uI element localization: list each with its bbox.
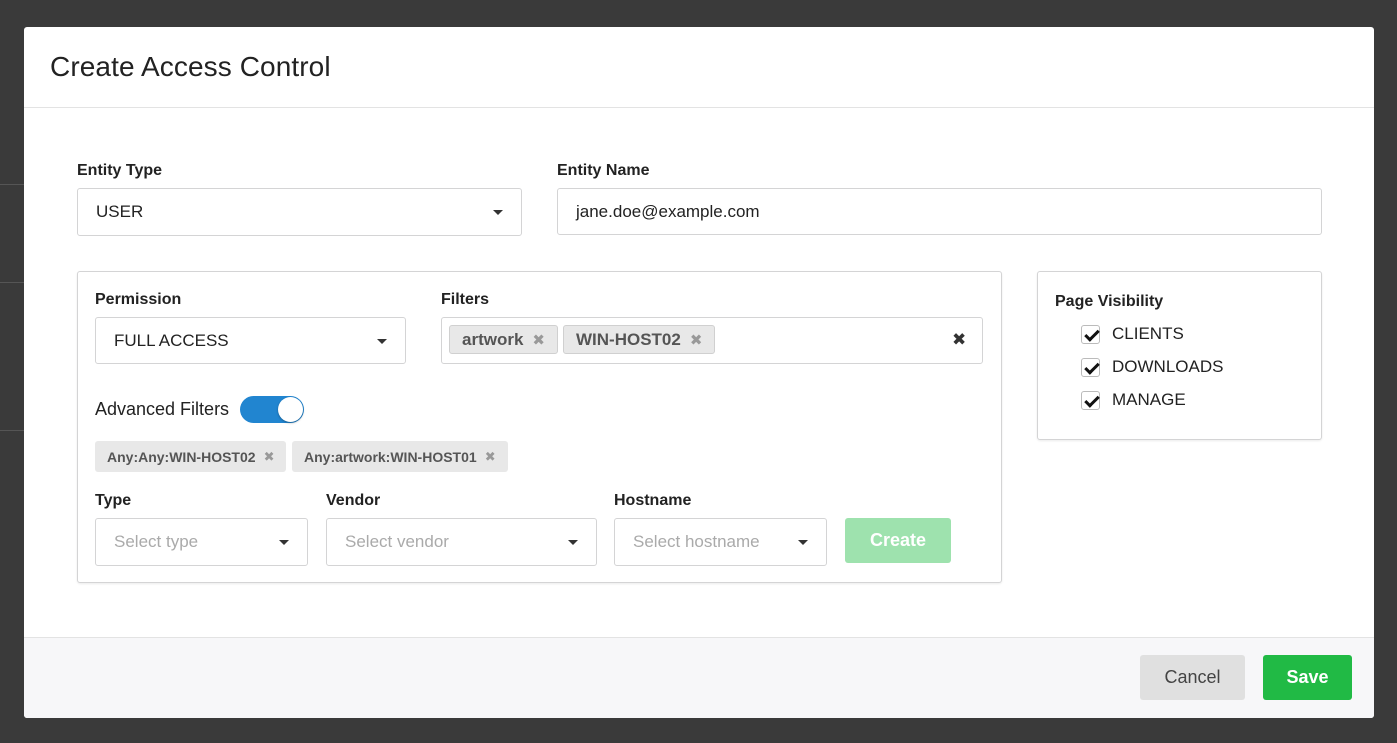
entity-name-label: Entity Name (557, 162, 650, 179)
check-icon[interactable] (1081, 357, 1100, 377)
advanced-filter-tag: Any:artwork:WIN-HOST01 ✖ (292, 441, 508, 472)
permission-select[interactable]: FULL ACCESS (95, 317, 406, 364)
visibility-option-manage[interactable]: MANAGE (1081, 390, 1186, 410)
visibility-option-label: CLIENTS (1112, 324, 1184, 343)
caret-down-icon (798, 540, 808, 545)
close-icon[interactable]: ✖ (690, 331, 703, 349)
close-icon[interactable]: ✖ (485, 449, 496, 465)
hostname-label: Hostname (614, 492, 692, 509)
entity-name-value: jane.doe@example.com (576, 201, 760, 221)
close-icon[interactable]: ✖ (264, 449, 275, 465)
visibility-option-label: DOWNLOADS (1112, 357, 1224, 376)
entity-name-input[interactable]: jane.doe@example.com (557, 188, 1322, 235)
entity-type-select[interactable]: USER (77, 188, 522, 236)
caret-down-icon (568, 540, 578, 545)
modal-header: Create Access Control (24, 27, 1374, 108)
caret-down-icon (279, 540, 289, 545)
advanced-filter-tag-label: Any:artwork:WIN-HOST01 (304, 448, 477, 465)
permission-label: Permission (95, 291, 182, 308)
type-label: Type (95, 492, 132, 509)
entity-type-label: Entity Type (77, 162, 163, 179)
filter-chip: WIN-HOST02 ✖ (563, 325, 716, 354)
advanced-filter-tag-label: Any:Any:WIN-HOST02 (107, 448, 256, 465)
vendor-placeholder: Select vendor (345, 532, 449, 551)
permission-card: Permission FULL ACCESS Filters artwork ✖… (77, 271, 1002, 583)
advanced-filters-toggle[interactable] (240, 396, 304, 423)
caret-down-icon (493, 210, 503, 215)
toggle-knob (278, 397, 303, 422)
entity-type-value: USER (96, 202, 144, 221)
vendor-select[interactable]: Select vendor (326, 518, 597, 566)
type-select[interactable]: Select type (95, 518, 308, 566)
clear-filters-icon[interactable]: ✖ (952, 330, 966, 350)
vendor-label: Vendor (326, 492, 381, 509)
modal-footer: Cancel Save (24, 637, 1374, 718)
caret-down-icon (377, 338, 387, 344)
filters-label: Filters (441, 291, 490, 308)
visibility-option-downloads[interactable]: DOWNLOADS (1081, 357, 1223, 377)
permission-value: FULL ACCESS (114, 330, 229, 350)
filter-chip-label: artwork (462, 329, 524, 349)
filters-multiselect[interactable]: artwork ✖ WIN-HOST02 ✖ ✖ (441, 317, 983, 364)
save-button[interactable]: Save (1263, 655, 1352, 700)
advanced-filter-tag: Any:Any:WIN-HOST02 ✖ (95, 441, 287, 472)
page-visibility-label: Page Visibility (1055, 293, 1164, 310)
page-visibility-card: Page Visibility CLIENTS DOWNLOADS MANAGE (1037, 271, 1322, 440)
filter-chip: artwork ✖ (449, 325, 558, 354)
cancel-button[interactable]: Cancel (1140, 655, 1245, 700)
filter-chip-label: WIN-HOST02 (576, 329, 681, 349)
check-icon[interactable] (1081, 390, 1100, 410)
visibility-option-clients[interactable]: CLIENTS (1081, 324, 1184, 344)
visibility-option-label: MANAGE (1112, 390, 1186, 409)
modal-title: Create Access Control (50, 51, 331, 82)
hostname-select[interactable]: Select hostname (614, 518, 827, 566)
hostname-placeholder: Select hostname (633, 532, 760, 551)
type-placeholder: Select type (114, 532, 199, 551)
close-icon[interactable]: ✖ (532, 331, 545, 349)
create-filter-button[interactable]: Create (845, 518, 951, 563)
check-icon[interactable] (1081, 324, 1100, 344)
create-access-control-modal: Create Access Control Entity Type USER E… (24, 27, 1374, 718)
advanced-filters-label: Advanced Filters (95, 399, 230, 419)
